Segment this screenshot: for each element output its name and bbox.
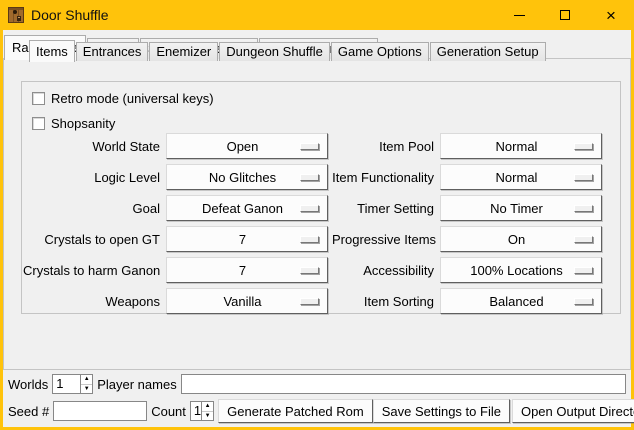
- maximize-button[interactable]: [542, 0, 588, 30]
- dropdown-item-sorting[interactable]: Balanced: [440, 288, 602, 314]
- sub-tab-bar: ItemsEntrancesEnemizerDungeon ShuffleGam…: [29, 39, 547, 61]
- seed-row: Seed # Count 1 ▲ ▼ Generate Patched Rom …: [3, 399, 631, 423]
- tab-items[interactable]: Items: [29, 40, 75, 62]
- setting-label-item-sorting: Item Sorting: [332, 294, 436, 309]
- tab-generation-setup[interactable]: Generation Setup: [430, 42, 546, 61]
- dropdown-value: Normal: [441, 139, 574, 154]
- count-spin-up-icon[interactable]: ▲: [202, 402, 213, 411]
- dropdown-crystals-to-harm-ganon[interactable]: 7: [166, 257, 328, 283]
- setting-label-world-state: World State: [23, 139, 162, 154]
- window-title: Door Shuffle: [31, 7, 109, 23]
- dropdown-indicator-icon: [574, 143, 593, 150]
- count-spinbox[interactable]: 1 ▲ ▼: [190, 401, 214, 421]
- tab-enemizer[interactable]: Enemizer: [149, 42, 218, 61]
- dropdown-indicator-icon: [300, 143, 319, 150]
- setting-label-item-functionality: Item Functionality: [332, 170, 436, 185]
- dropdown-value: Defeat Ganon: [167, 201, 300, 216]
- dropdown-world-state[interactable]: Open: [166, 133, 328, 159]
- dropdown-value: Vanilla: [167, 294, 300, 309]
- dropdown-indicator-icon: [300, 205, 319, 212]
- checkbox-row-shopsanity[interactable]: Shopsanity: [32, 115, 115, 131]
- player-names-input[interactable]: [181, 374, 626, 394]
- setting-label-goal: Goal: [23, 201, 162, 216]
- settings-grid: World State Open Item Pool Normal Logic Leve…: [23, 133, 602, 314]
- worlds-label: Worlds: [8, 377, 48, 392]
- setting-label-accessibility: Accessibility: [332, 263, 436, 278]
- checkbox-shopsanity[interactable]: [32, 117, 45, 130]
- randomize-tab-page: ItemsEntrancesEnemizerDungeon ShuffleGam…: [3, 58, 631, 370]
- worlds-spin-up-icon[interactable]: ▲: [81, 375, 92, 384]
- dropdown-value: 7: [167, 263, 300, 278]
- dropdown-indicator-icon: [300, 174, 319, 181]
- worlds-row: Worlds 1 ▲ ▼ Player names: [3, 373, 631, 395]
- app-door-icon: [8, 7, 24, 23]
- dropdown-item-pool[interactable]: Normal: [440, 133, 602, 159]
- window-content: RandomizeAdjustStarting InventoryCustom …: [3, 30, 631, 427]
- dropdown-indicator-icon: [574, 205, 593, 212]
- open-output-directory-button[interactable]: Open Output Directory: [512, 399, 634, 423]
- worlds-value: 1: [53, 375, 80, 393]
- dropdown-value: Normal: [441, 170, 574, 185]
- setting-label-item-pool: Item Pool: [332, 139, 436, 154]
- items-tab-page: Retro mode (universal keys) Shopsanity Wo…: [21, 81, 621, 314]
- dropdown-value: 7: [167, 232, 300, 247]
- dropdown-crystals-to-open-gt[interactable]: 7: [166, 226, 328, 252]
- setting-label-progressive-items: Progressive Items: [332, 232, 436, 247]
- count-spin-down-icon[interactable]: ▼: [202, 411, 213, 421]
- dropdown-value: On: [441, 232, 574, 247]
- maximize-icon: [560, 10, 570, 20]
- setting-label-weapons: Weapons: [23, 294, 162, 309]
- door-shuffle-window: Door Shuffle × RandomizeAdjustStarting I…: [0, 0, 634, 430]
- window-controls: ×: [496, 0, 634, 30]
- dropdown-indicator-icon: [574, 236, 593, 243]
- tab-dungeon-shuffle[interactable]: Dungeon Shuffle: [219, 42, 330, 61]
- save-settings-button[interactable]: Save Settings to File: [373, 399, 510, 423]
- generate-patched-rom-button[interactable]: Generate Patched Rom: [218, 399, 373, 423]
- seed-input[interactable]: [53, 401, 147, 421]
- close-button[interactable]: ×: [588, 0, 634, 30]
- tab-game-options[interactable]: Game Options: [331, 42, 429, 61]
- dropdown-progressive-items[interactable]: On: [440, 226, 602, 252]
- minimize-icon: [514, 15, 525, 16]
- worlds-spin-down-icon[interactable]: ▼: [81, 384, 92, 394]
- close-icon: ×: [606, 7, 616, 24]
- count-spin-buttons: ▲ ▼: [201, 402, 213, 420]
- dropdown-accessibility[interactable]: 100% Locations: [440, 257, 602, 283]
- setting-label-timer-setting: Timer Setting: [332, 201, 436, 216]
- seed-label: Seed #: [8, 404, 49, 419]
- worlds-spinbox[interactable]: 1 ▲ ▼: [52, 374, 93, 394]
- count-label: Count: [151, 404, 186, 419]
- dropdown-indicator-icon: [300, 267, 319, 274]
- player-names-label: Player names: [97, 377, 176, 392]
- dropdown-indicator-icon: [300, 298, 319, 305]
- setting-label-logic-level: Logic Level: [23, 170, 162, 185]
- dropdown-weapons[interactable]: Vanilla: [166, 288, 328, 314]
- dropdown-value: No Glitches: [167, 170, 300, 185]
- dropdown-indicator-icon: [574, 174, 593, 181]
- dropdown-indicator-icon: [574, 298, 593, 305]
- tab-entrances[interactable]: Entrances: [76, 42, 149, 61]
- count-value: 1: [191, 402, 201, 420]
- checkbox-retro-mode-universal-keys[interactable]: [32, 92, 45, 105]
- dropdown-value: No Timer: [441, 201, 574, 216]
- minimize-button[interactable]: [496, 0, 542, 30]
- setting-label-crystals-to-open-gt: Crystals to open GT: [23, 232, 162, 247]
- checkbox-label: Retro mode (universal keys): [51, 91, 214, 106]
- worlds-spin-buttons: ▲ ▼: [80, 375, 92, 393]
- dropdown-value: Open: [167, 139, 300, 154]
- checkbox-label: Shopsanity: [51, 116, 115, 131]
- dropdown-value: 100% Locations: [441, 263, 574, 278]
- dropdown-goal[interactable]: Defeat Ganon: [166, 195, 328, 221]
- title-bar: Door Shuffle ×: [0, 0, 634, 30]
- dropdown-indicator-icon: [574, 267, 593, 274]
- dropdown-logic-level[interactable]: No Glitches: [166, 164, 328, 190]
- dropdown-value: Balanced: [441, 294, 574, 309]
- dropdown-item-functionality[interactable]: Normal: [440, 164, 602, 190]
- checkbox-row-retro-mode-universal-keys[interactable]: Retro mode (universal keys): [32, 90, 214, 106]
- dropdown-indicator-icon: [300, 236, 319, 243]
- dropdown-timer-setting[interactable]: No Timer: [440, 195, 602, 221]
- setting-label-crystals-to-harm-ganon: Crystals to harm Ganon: [23, 263, 162, 278]
